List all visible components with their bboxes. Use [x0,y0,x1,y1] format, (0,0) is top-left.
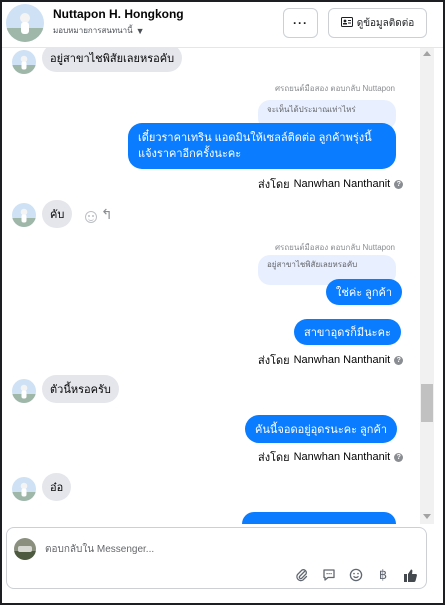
info-icon[interactable]: ? [394,179,404,189]
avatar [12,379,36,403]
page-avatar [14,538,36,560]
avatar [12,477,36,501]
incoming-message[interactable]: อยู่สาขาไชพิสัยเลยหรอคับ [42,48,183,72]
reply-note: ศรถยนต์มือสอง ตอบกลับ Nuttapon [274,84,395,93]
sender-name: Nanwhan Nanthanit [293,178,391,190]
contact-name[interactable]: Nuttapon H. Hongkong [53,7,184,21]
incoming-message[interactable]: คับ [42,200,73,228]
chat-bubble-icon[interactable] [320,566,338,584]
incoming-message[interactable]: อ๋อ [42,473,72,501]
paperclip-icon[interactable] [293,566,311,584]
reply-note: ศรถยนต์มือสอง ตอบกลับ Nuttapon [274,243,395,252]
contact-card-icon [340,16,353,30]
message-input[interactable] [45,540,305,558]
scroll-down-icon[interactable] [423,514,431,519]
baht-icon[interactable]: ฿ [374,566,392,584]
scrollbar-thumb[interactable] [421,384,433,422]
view-contact-button[interactable]: ดูข้อมูลติดต่อ [328,8,427,38]
smiley-icon[interactable] [347,566,365,584]
assign-dropdown[interactable]: มอบหมายการสนทนานี้ ▼ [53,24,145,37]
outgoing-message[interactable]: สาขาอุดรก็มีนะคะ [294,319,401,345]
sender-name: Nanwhan Nanthanit [293,451,391,463]
avatar [12,50,36,74]
assign-label: มอบหมายการสนทนานี้ [53,26,133,35]
avatar [12,203,36,227]
reply-arrow-icon[interactable]: ↰ [101,206,113,223]
more-options-button[interactable]: ··· [283,8,318,38]
info-icon[interactable]: ? [394,452,404,462]
chat-header: Nuttapon H. Hongkong มอบหมายการสนทนานี้ … [2,2,443,48]
react-smiley-icon[interactable] [85,211,97,223]
outgoing-message[interactable]: ใช่ค่ะ ลูกค้า [326,279,403,305]
sent-by-label: ส่งโดย [258,179,290,191]
chat-window: Nuttapon H. Hongkong มอบหมายการสนทนานี้ … [0,0,445,605]
sender-name: Nanwhan Nanthanit [293,354,391,366]
scroll-up-icon[interactable] [423,51,431,56]
incoming-message[interactable]: ตัวนี้หรอครับ [42,375,119,403]
sent-by: ส่งโดย Nanwhan Nanthanit ? [258,175,404,193]
scrollbar[interactable] [420,48,434,524]
sent-by: ส่งโดย Nanwhan Nanthanit ? [258,351,404,369]
outgoing-message[interactable]: เดี๋ยวราคาเทริน แอดมินให้เซลล์ติดต่อ ลูก… [128,123,396,169]
caret-down-icon: ▼ [135,25,145,36]
message-thread[interactable]: อยู่สาขาไชพิสัยเลยหรอคับ ศรถยนต์มือสอง ต… [2,48,443,524]
info-icon[interactable]: ? [394,355,404,365]
sent-by-label: ส่งโดย [258,452,290,464]
outgoing-message[interactable]: คันนี้จอดอยู่อุดรนะคะ ลูกค้า [245,415,397,443]
outgoing-message-partial[interactable] [242,512,396,524]
thumbs-up-icon[interactable] [401,566,419,584]
view-contact-label: ดูข้อมูลติดต่อ [356,17,415,29]
composer: ฿ [6,527,427,589]
sent-by: ส่งโดย Nanwhan Nanthanit ? [258,448,404,466]
sent-by-label: ส่งโดย [258,355,290,367]
avatar[interactable] [6,4,44,42]
